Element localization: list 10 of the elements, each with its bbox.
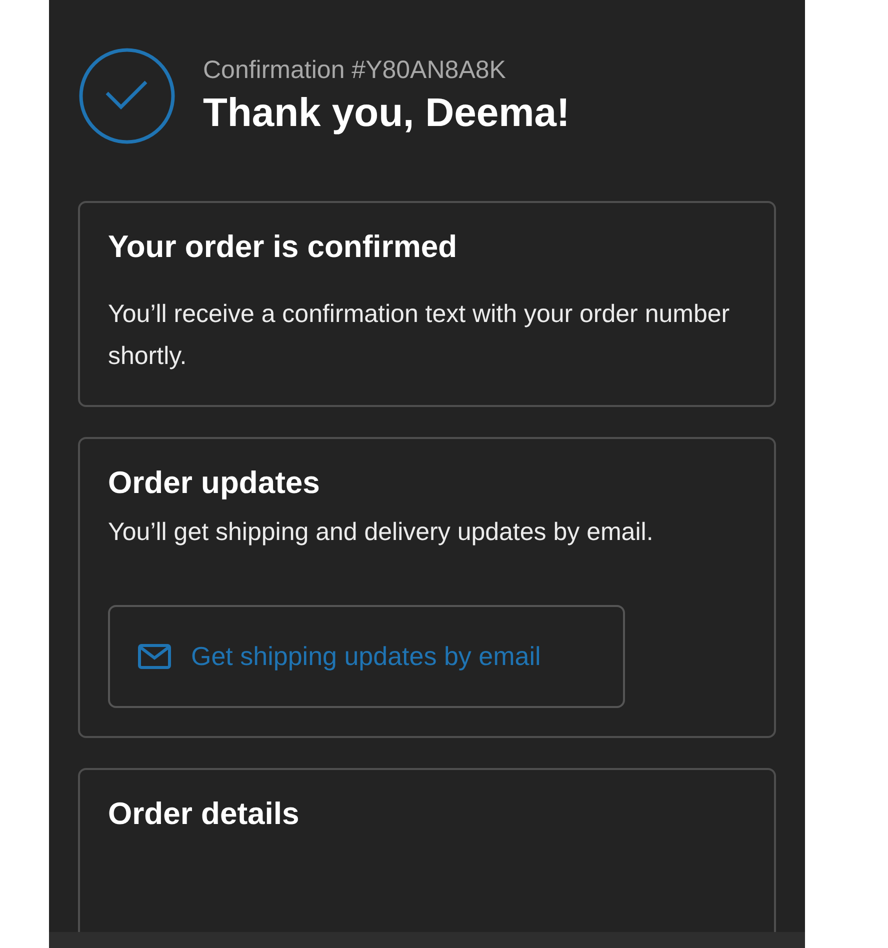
card-text: You’ll get shipping and delivery updates by email.: [108, 517, 654, 548]
card-text: You’ll receive a confirmation text with your order number shortly.: [108, 299, 731, 372]
thank-you-heading: Thank you, Deema!: [203, 91, 570, 136]
check-circle-icon: [78, 47, 176, 145]
card-title: Your order is confirmed: [108, 229, 458, 265]
email-updates-button[interactable]: Get shipping updates by email: [108, 605, 625, 708]
confirmation-number: Confirmation #Y80AN8A8K: [203, 56, 507, 85]
card-title: Order updates: [108, 465, 321, 501]
envelope-icon: [138, 644, 171, 669]
card-title: Order details: [108, 796, 300, 832]
